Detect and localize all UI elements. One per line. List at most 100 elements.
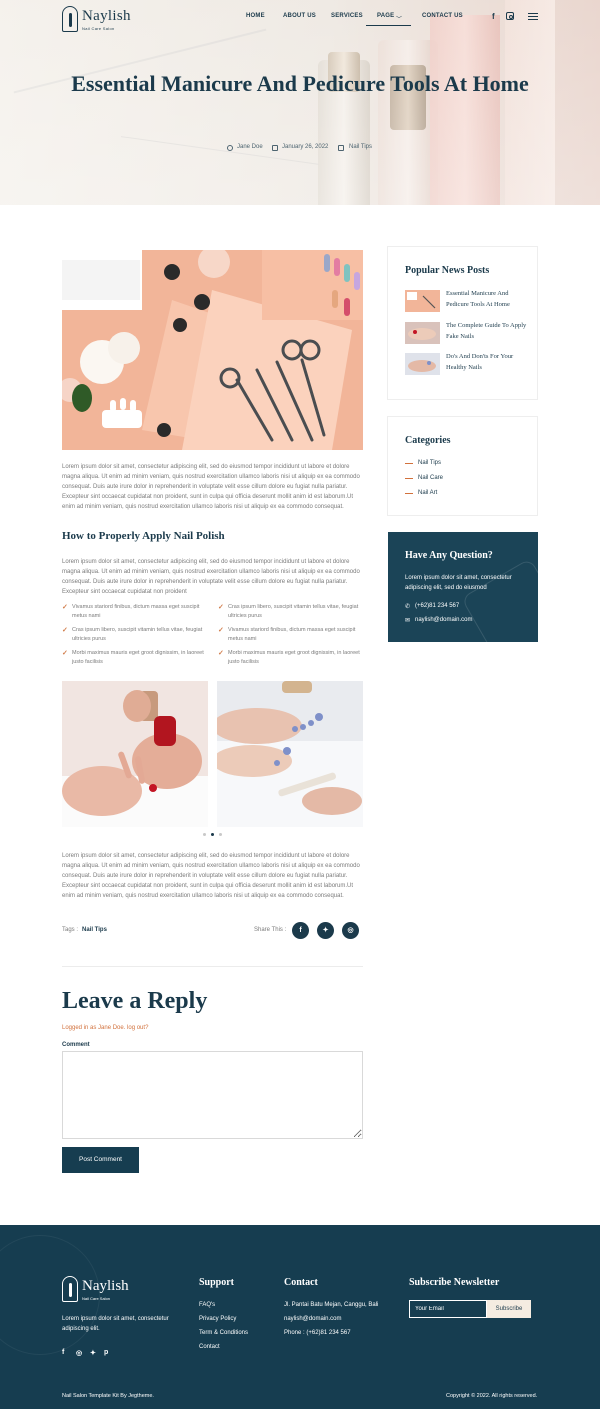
post-author[interactable]: Jane Doe [237,144,263,150]
post-comment-button[interactable]: Post Comment [62,1147,139,1173]
category-link[interactable]: Nail Art [405,490,437,496]
contact-question-widget: Have Any Question? Lorem ipsum dolor sit… [388,532,538,642]
footer-heading-support: Support [199,1277,235,1288]
footer-address: Jl. Pantai Batu Mejan, Canggu, Bali [284,1302,379,1308]
widget-title: Categories [405,435,451,446]
brand-name: Naylish [82,1278,129,1294]
comment-textarea[interactable] [62,1051,363,1139]
checklist-item: Cras ipsum libero, suscipit vitamin tell… [218,603,363,621]
footer-credit: Nail Salon Template Kit By Jegtheme. [62,1393,154,1399]
mail-icon: ✉ [405,618,411,624]
feature-checklist: Vivamus stariord finibus, dictum massa e… [62,603,363,673]
post-category[interactable]: Nail Tips [349,144,372,150]
footer-logo[interactable]: Naylish Nail Care Salon [62,1276,142,1304]
post-title: Do's And Don'ts For Your Healthy Nails [446,353,514,371]
pinterest-icon[interactable]: p [104,1349,108,1356]
nav-services[interactable]: SERVICES [331,13,363,19]
popular-posts-widget: Popular News Posts Essential Manicure An… [387,246,538,400]
carousel-dot-active[interactable] [211,833,214,836]
category-link[interactable]: Nail Care [405,475,443,481]
post-thumbnail [405,290,440,312]
checklist-item: Cras ipsum libero, suscipit vitamin tell… [62,626,207,644]
share-label: Share This : [254,927,287,933]
footer-phone: Phone : (+62)81 234 567 [284,1330,351,1336]
checklist-item: Vivamus stariord finibus, dictum massa e… [218,626,363,644]
post-meta: Jane Doe January 26, 2022 Nail Tips [0,144,600,154]
footer-heading-contact: Contact [284,1277,318,1288]
newsletter-email-input[interactable] [409,1300,487,1318]
checklist-item: Morbi maximus mauris eget groot dignissi… [218,649,363,667]
share-whatsapp-icon[interactable]: ◎ [342,922,359,939]
facebook-icon[interactable]: f [492,12,495,21]
footer-copyright: Copyright © 2022. All rights reserved. [446,1393,538,1399]
footer-email[interactable]: naylish@domain.com [284,1316,341,1322]
tags-label: Tags : [62,927,79,933]
categories-widget: Categories Nail Tips Nail Care Nail Art [387,416,538,516]
widget-title: Popular News Posts [405,265,490,276]
site-footer: Naylish Nail Care Salon Lorem ipsum dolo… [0,1225,600,1409]
checklist-item: Vivamus stariord finibus, dictum massa e… [62,603,207,621]
email-row[interactable]: ✉ naylish@domain.com [405,617,473,624]
footer-link-contact[interactable]: Contact [199,1344,220,1350]
nav-page[interactable]: PAGE [377,13,394,19]
phone-icon: ✆ [405,604,411,610]
instagram-icon[interactable]: ◎ [76,1349,82,1357]
phone-row[interactable]: ✆ (+62)81 234 567 [405,603,460,610]
post-thumbnail [405,322,440,344]
logged-in-link[interactable]: Logged in as Jane Doe. log out? [62,1025,148,1031]
category-link[interactable]: Nail Tips [405,460,441,466]
carousel-dot[interactable] [203,833,206,836]
widget-title: Have Any Question? [405,550,493,561]
nav-contact-us[interactable]: CONTACT US [422,13,463,19]
nav-home[interactable]: HOME [246,13,265,19]
section-heading: How to Properly Apply Nail Polish [62,530,225,542]
facebook-icon[interactable]: f [62,1349,64,1356]
page-title: Essential Manicure And Pedicure Tools At… [71,71,529,96]
post-title: Essential Manicure And Pedicure Tools At… [446,290,510,308]
carousel-pagination [203,833,223,837]
phone-number: (+62)81 234 567 [415,603,460,609]
popular-post-item[interactable]: Essential Manicure And Pedicure Tools At… [405,288,535,314]
reply-title: Leave a Reply [62,988,208,1014]
popular-post-item[interactable]: The Complete Guide To Apply Fake Nails [405,320,535,346]
logo-icon [62,1276,78,1302]
email-address: naylish@domain.com [415,617,473,623]
footer-about: Lorem ipsum dolor sit amet, consectetur … [62,1316,169,1332]
subscribe-button[interactable]: Subscribe [487,1300,531,1318]
user-icon [227,145,233,151]
chevron-down-icon[interactable]: ﹀ [396,14,402,23]
article-paragraph: Lorem ipsum dolor sit amet, consectetur … [62,853,360,899]
share-facebook-icon[interactable]: f [292,922,309,939]
footer-link-privacy[interactable]: Privacy Policy [199,1316,236,1322]
gallery-image-pedicure[interactable] [217,681,363,827]
footer-heading-newsletter: Subscribe Newsletter [409,1277,500,1288]
post-title: The Complete Guide To Apply Fake Nails [446,322,527,340]
tag-link[interactable]: Nail Tips [82,927,107,933]
manicure-tools-illustration [62,250,363,450]
brand-tagline: Nail Care Salon [82,1296,111,1301]
gallery-image-manicure[interactable] [62,681,208,827]
popular-post-item[interactable]: Do's And Don'ts For Your Healthy Nails [405,351,535,377]
post-tags: Tags : Nail Tips [62,927,107,933]
article-paragraph: Lorem ipsum dolor sit amet, consectetur … [62,464,360,510]
share-twitter-icon[interactable]: ✦ [317,922,334,939]
footer-link-faq[interactable]: FAQ's [199,1302,215,1308]
decorative-outline [460,558,538,642]
active-nav-indicator [366,25,411,26]
carousel-dot[interactable] [219,833,222,836]
nav-about-us[interactable]: ABOUT US [283,13,316,19]
pedicure-photo [217,681,363,827]
footer-link-terms[interactable]: Term & Conditions [199,1330,248,1336]
divider [62,966,363,967]
folder-icon [338,145,344,151]
manicure-photo [62,681,208,827]
article-paragraph: Lorem ipsum dolor sit amet, consectetur … [62,559,360,595]
featured-image [62,250,363,450]
top-navigation: Naylish Nail Care Salon HOME ABOUT US SE… [0,0,600,38]
checklist-item: Morbi maximus mauris eget groot dignissi… [62,649,207,667]
instagram-icon[interactable] [506,12,514,20]
hamburger-menu-icon[interactable] [528,13,538,20]
post-thumbnail [405,353,440,375]
post-date: January 26, 2022 [282,144,329,150]
twitter-icon[interactable]: ✦ [90,1349,96,1357]
